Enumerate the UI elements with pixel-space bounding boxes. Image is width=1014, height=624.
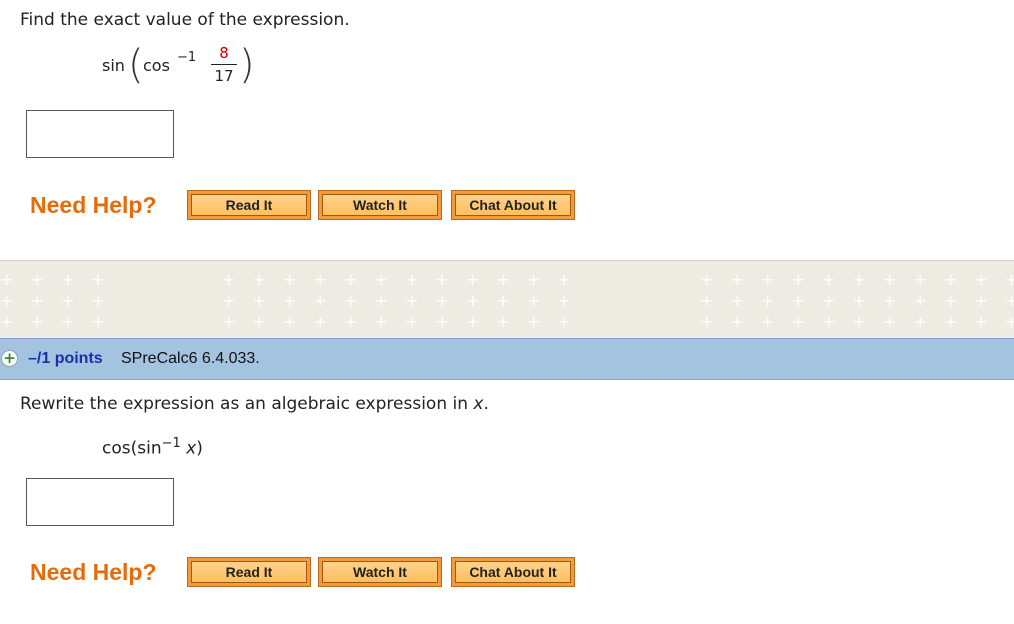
- answer-input-2[interactable]: [26, 478, 174, 526]
- prompt-variable: x: [473, 394, 484, 414]
- fraction-numerator: 8: [219, 44, 229, 62]
- plus-icon[interactable]: +: [1, 350, 18, 367]
- prompt-period: .: [483, 394, 489, 414]
- points-label: –/1 points: [28, 350, 103, 367]
- expr-prefix: cos(sin: [102, 438, 162, 459]
- question-1-prompt: Find the exact value of the expression.: [20, 10, 350, 30]
- sin-func: sin: [102, 56, 125, 75]
- watch-it-button-2[interactable]: Watch It: [318, 557, 442, 587]
- expr-variable: x: [186, 438, 197, 459]
- question-2-header: + –/1 points SPreCalc6 6.4.033.: [0, 338, 1014, 380]
- question-1-expression: sin ( cos −1 8 17 ): [0, 40, 400, 100]
- question-2-prompt: Rewrite the expression as an algebraic e…: [20, 394, 489, 414]
- separator-pattern-left: + + + + ++ + + + ++ + + + +: [0, 270, 110, 331]
- fraction-bar: [211, 64, 237, 65]
- chat-about-it-label-2: Chat About It: [455, 561, 571, 583]
- inverse-exponent: −1: [177, 50, 197, 65]
- left-paren: (: [128, 42, 144, 88]
- need-help-label: Need Help?: [30, 192, 157, 218]
- chat-about-it-button-2[interactable]: Chat About It: [451, 557, 575, 587]
- watch-it-button[interactable]: Watch It: [318, 190, 442, 220]
- question-separator: + + + + + + + + + + + + + + + + + + + + + …: [0, 260, 1014, 338]
- question-2-expression: cos(sin−1 x): [102, 436, 203, 459]
- chat-about-it-label: Chat About It: [455, 194, 571, 216]
- read-it-button-2[interactable]: Read It: [187, 557, 311, 587]
- cos-func: cos: [143, 56, 170, 75]
- answer-input-1[interactable]: [26, 110, 174, 158]
- expr-suffix: ): [196, 438, 203, 459]
- read-it-label: Read It: [191, 194, 307, 216]
- right-paren: ): [239, 42, 255, 88]
- need-help-label-2: Need Help?: [30, 559, 157, 585]
- expr-exponent: −1: [161, 436, 181, 451]
- question-id: SPreCalc6 6.4.033.: [121, 350, 260, 367]
- watch-it-label: Watch It: [322, 194, 438, 216]
- read-it-button[interactable]: Read It: [187, 190, 311, 220]
- read-it-label-2: Read It: [191, 561, 307, 583]
- prompt-text: Rewrite the expression as an algebraic e…: [20, 394, 474, 414]
- separator-pattern-middle: + + + + + + + + + + + + + + + + + + + + …: [222, 270, 582, 331]
- separator-pattern-right: + + + + + + + + + + + + + + + + + + + + …: [700, 270, 1014, 331]
- fraction-denominator: 17: [214, 67, 234, 85]
- watch-it-label-2: Watch It: [322, 561, 438, 583]
- chat-about-it-button[interactable]: Chat About It: [451, 190, 575, 220]
